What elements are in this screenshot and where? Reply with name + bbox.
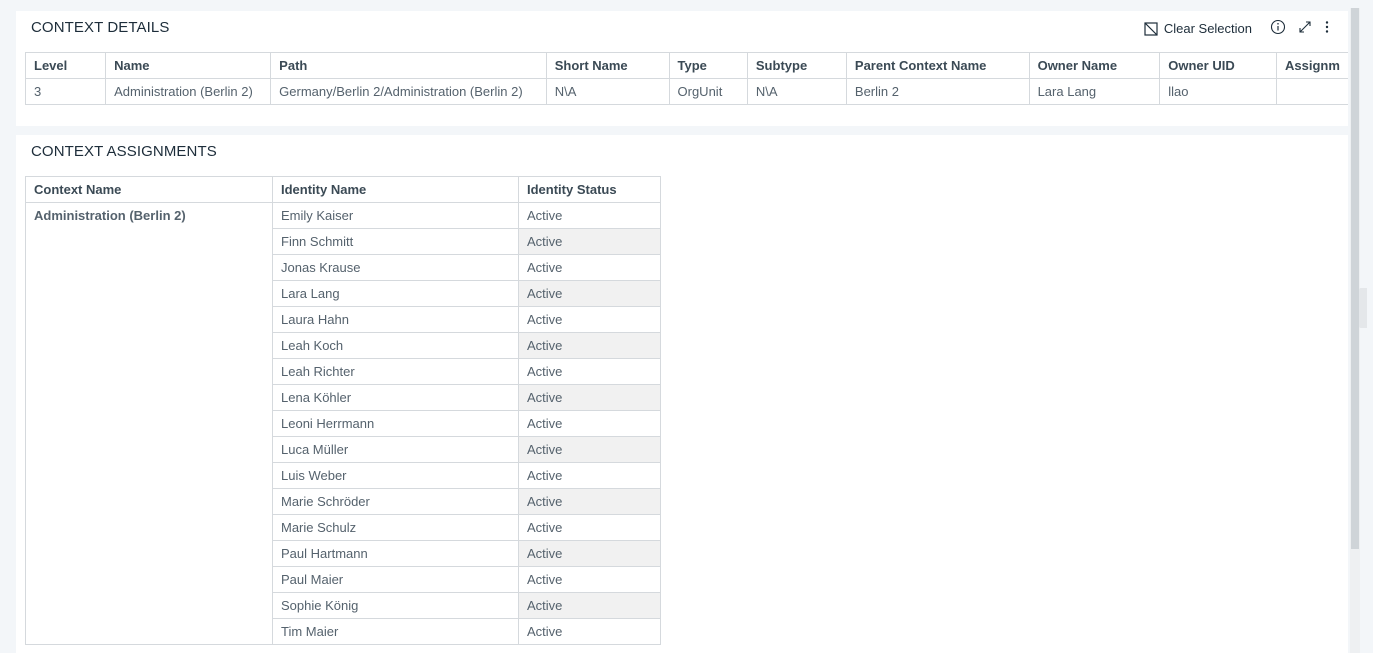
cell-identity-status: Active bbox=[518, 410, 661, 437]
scrollbar-thumb[interactable] bbox=[1351, 8, 1359, 549]
cell-identity-name[interactable]: Sophie König bbox=[272, 592, 519, 619]
column-header-context-name[interactable]: Context Name bbox=[25, 176, 273, 203]
cell-identity-status: Active bbox=[518, 254, 661, 281]
cell-identity-status: Active bbox=[518, 280, 661, 307]
cell-name: Administration (Berlin 2) bbox=[105, 78, 272, 105]
cell-identity-name[interactable]: Lara Lang bbox=[272, 280, 519, 307]
cell-identity-name[interactable]: Tim Maier bbox=[272, 618, 519, 645]
cell-identity-status: Active bbox=[518, 592, 661, 619]
column-header-owner-uid[interactable]: Owner UID bbox=[1159, 52, 1278, 79]
cell-identity-status: Active bbox=[518, 488, 661, 515]
cell-identity-name[interactable]: Lena Köhler bbox=[272, 384, 519, 411]
context-details-table: Level Name Path Short Name Type Subtype … bbox=[24, 52, 1348, 105]
column-header-identity-name[interactable]: Identity Name bbox=[272, 176, 519, 203]
column-header-subtype[interactable]: Subtype bbox=[746, 52, 847, 79]
side-panel-handle[interactable] bbox=[1359, 288, 1367, 328]
cell-identity-status: Active bbox=[518, 514, 661, 541]
column-header-path[interactable]: Path bbox=[270, 52, 547, 79]
cell-identity-status: Active bbox=[518, 306, 661, 333]
cell-identity-name[interactable]: Luis Weber bbox=[272, 462, 519, 489]
details-toolbar: Clear Selection bbox=[1144, 19, 1330, 38]
cell-identity-status: Active bbox=[518, 618, 661, 645]
table-row[interactable]: Administration (Berlin 2) Emily Kaiser A… bbox=[25, 202, 661, 645]
column-header-level[interactable]: Level bbox=[24, 52, 107, 79]
cell-subtype: N\A bbox=[746, 78, 847, 105]
cell-path: Germany/Berlin 2/Administration (Berlin … bbox=[270, 78, 547, 105]
cell-owner-name: Lara Lang bbox=[1028, 78, 1161, 105]
cell-identity-name[interactable]: Marie Schulz bbox=[272, 514, 519, 541]
context-assignments-title: CONTEXT ASSIGNMENTS bbox=[31, 143, 217, 160]
cell-identity-name[interactable]: Jonas Krause bbox=[272, 254, 519, 281]
cell-short-name: N\A bbox=[545, 78, 670, 105]
column-header-short-name[interactable]: Short Name bbox=[545, 52, 670, 79]
cell-identity-status: Active bbox=[518, 566, 661, 593]
cell-identity-status: Active bbox=[518, 332, 661, 359]
cell-identity-status: Active bbox=[518, 462, 661, 489]
cell-identity-status: Active bbox=[518, 202, 661, 229]
clear-selection-label: Clear Selection bbox=[1163, 21, 1252, 36]
info-icon[interactable] bbox=[1270, 19, 1286, 38]
table-row[interactable]: 3 Administration (Berlin 2) Germany/Berl… bbox=[24, 78, 1348, 105]
cell-identity-name[interactable]: Leah Koch bbox=[272, 332, 519, 359]
column-header-assignments[interactable]: Assignm bbox=[1276, 52, 1348, 79]
cell-identity-name[interactable]: Laura Hahn bbox=[272, 306, 519, 333]
cell-identity-name[interactable]: Leoni Herrmann bbox=[272, 410, 519, 437]
cell-identity-name[interactable]: Emily Kaiser bbox=[272, 202, 519, 229]
cell-owner-uid: llao bbox=[1159, 78, 1278, 105]
cell-assignments bbox=[1276, 78, 1348, 105]
cell-identity-status: Active bbox=[518, 540, 661, 567]
column-header-identity-status[interactable]: Identity Status bbox=[518, 176, 661, 203]
cell-identity-name[interactable]: Paul Hartmann bbox=[272, 540, 519, 567]
context-details-panel: CONTEXT DETAILS Clear Selection Level Na… bbox=[16, 11, 1348, 126]
more-vertical-icon[interactable] bbox=[1324, 20, 1330, 37]
context-assignments-panel: CONTEXT ASSIGNMENTS Context Name Identit… bbox=[16, 135, 1348, 653]
context-assignments-table: Context Name Identity Name Identity Stat… bbox=[25, 176, 661, 645]
cell-context-name[interactable]: Administration (Berlin 2) bbox=[25, 202, 273, 645]
cell-parent-context-name: Berlin 2 bbox=[845, 78, 1030, 105]
cell-type: OrgUnit bbox=[668, 78, 748, 105]
column-header-owner-name[interactable]: Owner Name bbox=[1028, 52, 1161, 79]
assignments-header-row: Context Name Identity Name Identity Stat… bbox=[25, 176, 661, 203]
cell-identity-name[interactable]: Luca Müller bbox=[272, 436, 519, 463]
column-header-type[interactable]: Type bbox=[668, 52, 748, 79]
cell-identity-name[interactable]: Marie Schröder bbox=[272, 488, 519, 515]
assignments-body: Administration (Berlin 2) Emily Kaiser A… bbox=[25, 202, 661, 645]
cell-identity-status: Active bbox=[518, 384, 661, 411]
column-header-parent-context-name[interactable]: Parent Context Name bbox=[845, 52, 1030, 79]
cell-identity-status: Active bbox=[518, 228, 661, 255]
context-details-title: CONTEXT DETAILS bbox=[31, 19, 170, 36]
cell-identity-name[interactable]: Leah Richter bbox=[272, 358, 519, 385]
cell-identity-status: Active bbox=[518, 358, 661, 385]
clear-selection-icon bbox=[1144, 21, 1158, 36]
cell-identity-name[interactable]: Paul Maier bbox=[272, 566, 519, 593]
cell-level: 3 bbox=[24, 78, 107, 105]
column-header-name[interactable]: Name bbox=[105, 52, 272, 79]
cell-identity-status: Active bbox=[518, 436, 661, 463]
details-header-row: Level Name Path Short Name Type Subtype … bbox=[24, 52, 1348, 79]
cell-identity-name[interactable]: Finn Schmitt bbox=[272, 228, 519, 255]
expand-icon[interactable] bbox=[1298, 20, 1312, 37]
clear-selection-button[interactable]: Clear Selection bbox=[1144, 21, 1252, 36]
